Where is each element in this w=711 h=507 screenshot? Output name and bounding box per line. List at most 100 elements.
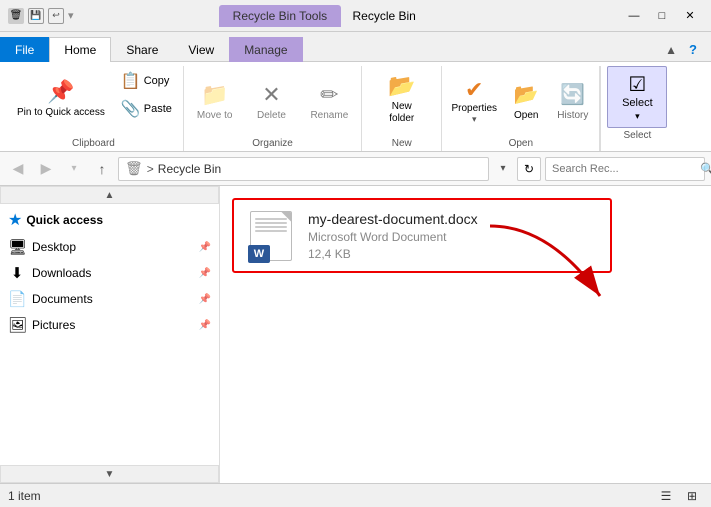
tab-view[interactable]: View — [173, 37, 229, 62]
new-content: 📂 Newfolder — [368, 66, 435, 136]
copy-button[interactable]: 📋 Copy — [116, 68, 177, 94]
properties-button[interactable]: ✔ Properties ▾ — [448, 70, 500, 132]
downloads-pin-icon: 📌 — [199, 268, 211, 279]
quick-access-label: Quick access — [26, 213, 103, 227]
new-folder-button[interactable]: 📂 Newfolder — [378, 68, 426, 130]
open-button[interactable]: 📂 Open — [506, 70, 546, 132]
sidebar-item-pictures[interactable]: 🖼 Pictures 📌 — [0, 312, 219, 338]
doc-line-3 — [255, 226, 287, 228]
tab-manage[interactable]: Manage — [229, 37, 302, 62]
help-button[interactable]: ? — [681, 38, 705, 61]
move-icon: 📁 — [201, 82, 228, 108]
move-to-button[interactable]: 📁 Move to — [190, 70, 240, 132]
new-folder-label: Newfolder — [389, 101, 414, 125]
search-icon[interactable]: 🔍 — [700, 158, 711, 180]
new-label: New — [368, 136, 435, 151]
recent-locations-button[interactable]: ▾ — [62, 157, 86, 181]
ribbon-group-clipboard: 📌 Pin to Quick access 📋 Copy 📎 Paste Cli… — [4, 66, 184, 151]
doc-line-1 — [255, 218, 287, 220]
history-button[interactable]: 🔄 History — [552, 70, 593, 132]
ribbon-group-select: ☑ Select ▾ Select — [600, 66, 673, 151]
ribbon-group-new: 📂 Newfolder New — [362, 66, 442, 151]
delete-button[interactable]: ✕ Delete — [247, 70, 295, 132]
search-box[interactable]: 🔍 — [545, 157, 705, 181]
status-bar-right: ☰ ⊞ — [655, 487, 703, 505]
rename-label: Rename — [310, 110, 348, 121]
sidebar-scroll-up[interactable]: ▲ — [0, 186, 219, 204]
sidebar-item-documents[interactable]: 📄 Documents 📌 — [0, 286, 219, 312]
pin-to-quick-access-button[interactable]: 📌 Pin to Quick access — [10, 68, 112, 130]
quick-access-header[interactable]: ★ Quick access — [0, 204, 219, 234]
path-text: Recycle Bin — [158, 162, 221, 176]
new-folder-icon: 📂 — [388, 73, 415, 99]
pin-label: Pin to Quick access — [17, 107, 105, 119]
ribbon-group-open: ✔ Properties ▾ 📂 Open 🔄 History Open — [442, 66, 600, 151]
back-button[interactable]: ◀ — [6, 157, 30, 181]
desktop-icon: 🖥 — [8, 238, 26, 256]
downloads-label: Downloads — [32, 266, 193, 280]
file-info: my-dearest-document.docx Microsoft Word … — [308, 211, 478, 261]
open-content: ✔ Properties ▾ 📂 Open 🔄 History — [448, 66, 593, 136]
address-bar: ◀ ▶ ▾ ↑ 🗑 > Recycle Bin ▾ ↻ 🔍 — [0, 152, 711, 186]
ribbon-tabs: File Home Share View Manage ▲ ? — [0, 32, 711, 62]
select-arrow: ▾ — [635, 111, 640, 122]
downloads-icon: ⬇ — [8, 264, 26, 282]
sidebar-item-desktop[interactable]: 🖥 Desktop 📌 — [0, 234, 219, 260]
open-icon: 📂 — [514, 82, 539, 107]
sidebar-item-downloads[interactable]: ⬇ Downloads 📌 — [0, 260, 219, 286]
copy-icon: 📋 — [121, 71, 141, 91]
properties-dropdown-arrow: ▾ — [472, 114, 477, 125]
ribbon-collapse: ▲ ? — [659, 38, 711, 61]
documents-label: Documents — [32, 292, 193, 306]
path-separator: > — [147, 162, 154, 176]
desktop-label: Desktop — [32, 240, 193, 254]
organize-label: Organize — [190, 136, 355, 151]
maximize-button[interactable]: □ — [649, 7, 675, 25]
address-path[interactable]: 🗑 > Recycle Bin — [118, 157, 489, 181]
sidebar-scroll-down[interactable]: ▼ — [0, 465, 219, 483]
paste-button[interactable]: 📎 Paste — [116, 96, 177, 122]
tab-file[interactable]: File — [0, 37, 49, 62]
delete-icon: ✕ — [262, 82, 280, 108]
file-icon-container: W — [246, 208, 296, 263]
history-icon: 🔄 — [560, 82, 585, 107]
doc-lines — [251, 212, 291, 232]
open-label: Open — [514, 110, 538, 121]
search-input[interactable] — [546, 163, 700, 175]
main-area: ▲ ★ Quick access 🖥 Desktop 📌 ⬇ Downloads… — [0, 186, 711, 483]
address-dropdown-btn[interactable]: ▾ — [493, 157, 513, 181]
checkmark-icon: ✔ — [465, 77, 483, 103]
title-bar: 🗑 💾 ↩ ▾ Recycle Bin Tools Recycle Bin — … — [0, 0, 711, 32]
clipboard-label: Clipboard — [10, 136, 177, 151]
rename-button[interactable]: ✏ Rename — [303, 70, 355, 132]
up-button[interactable]: ↑ — [90, 157, 114, 181]
copy-label: Copy — [144, 75, 170, 87]
status-bar: 1 item ☰ ⊞ — [0, 483, 711, 507]
properties-label: Properties — [451, 103, 497, 114]
organize-content: 📁 Move to ✕ Delete ✏ Rename — [190, 66, 355, 136]
pictures-pin-icon: 📌 — [199, 320, 211, 331]
tab-home[interactable]: Home — [49, 37, 111, 62]
tab-share[interactable]: Share — [111, 37, 173, 62]
file-item[interactable]: W my-dearest-document.docx Microsoft Wor… — [232, 198, 612, 273]
forward-button[interactable]: ▶ — [34, 157, 58, 181]
pictures-icon: 🖼 — [8, 316, 26, 334]
refresh-button[interactable]: ↻ — [517, 157, 541, 181]
clipboard-content: 📌 Pin to Quick access 📋 Copy 📎 Paste — [10, 66, 177, 136]
context-tab: Recycle Bin Tools — [219, 5, 342, 27]
large-icons-view-button[interactable]: ⊞ — [681, 487, 703, 505]
ribbon: 📌 Pin to Quick access 📋 Copy 📎 Paste Cli… — [0, 62, 711, 152]
open-label: Open — [448, 136, 593, 151]
window-controls: — □ ✕ — [621, 7, 703, 25]
minimize-button[interactable]: — — [621, 7, 647, 25]
select-button[interactable]: ☑ Select ▾ — [607, 66, 667, 128]
pin-icon: 📌 — [47, 79, 74, 105]
copy-paste-col: 📋 Copy 📎 Paste — [116, 68, 177, 122]
move-label: Move to — [197, 110, 233, 121]
close-button[interactable]: ✕ — [677, 7, 703, 25]
documents-pin-icon: 📌 — [199, 294, 211, 305]
collapse-ribbon-btn[interactable]: ▲ — [665, 43, 677, 57]
item-count: 1 item — [8, 489, 41, 503]
rename-icon: ✏ — [320, 82, 338, 108]
details-view-button[interactable]: ☰ — [655, 487, 677, 505]
